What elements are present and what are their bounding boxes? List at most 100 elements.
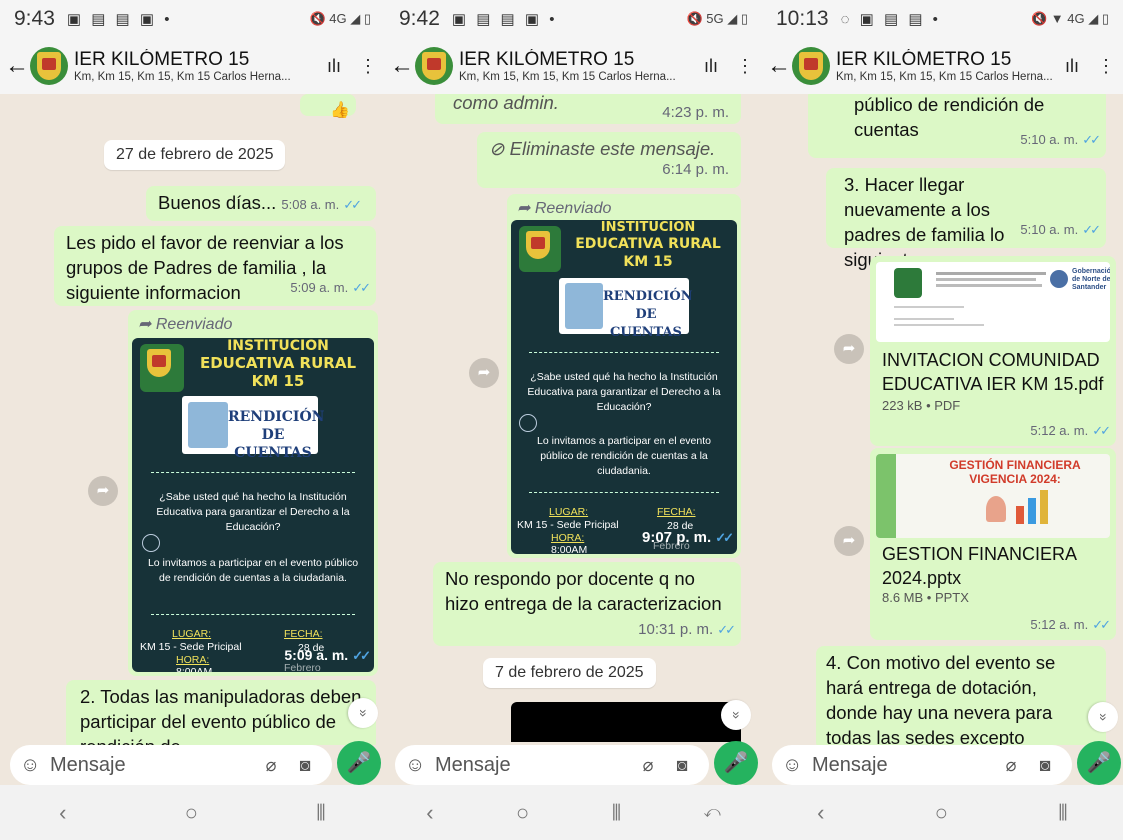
camera-icon[interactable]: ◙ [1028,755,1062,776]
message-bubble-partial[interactable]: como admin. 4:23 p. m. [435,94,741,124]
chat-title-block[interactable]: IER KILÓMETRO 15 Km, Km 15, Km 15, Km 15… [459,49,694,83]
poster-title-2: EDUCATIVA RURAL [575,236,721,252]
rendicion-line1: RENDICIÓN [228,409,325,425]
back-arrow-icon[interactable]: ← [389,52,415,80]
chat-area: como admin. 4:23 p. m. ⊘ Eliminaste este… [385,94,762,745]
nav-recent-icon[interactable]: ⦀ [612,800,622,826]
poster-title-2: EDUCATIVA RURAL [199,354,356,372]
more-options-icon[interactable]: ⋮ [1089,56,1123,77]
chat-header: ← IER KILÓMETRO 15 Km, Km 15, Km 15, Km … [762,38,1123,94]
forwarded-image-message[interactable]: ➦ Reenviado INSTITUCION EDUCATIVA RURAL … [128,310,378,676]
forwarded-image-message[interactable]: ➦ Reenviado INSTITUCION EDUCATIVA RURAL … [507,194,741,558]
nav-home-icon[interactable]: ○ [516,800,529,826]
mic-button[interactable]: 🎤 [337,741,381,785]
message-bubble[interactable]: Buenos días... 5:08 a. m. ✓✓ [146,186,376,221]
video-thumbnail[interactable] [511,702,741,742]
attach-icon[interactable]: ⌀ [631,755,665,776]
group-avatar[interactable] [415,47,453,85]
message-text: 2. Todas las manipuladoras deben partici… [80,686,362,745]
nav-back-icon[interactable]: ‹ [59,800,66,826]
event-poster-image[interactable]: INSTITUCION EDUCATIVA RURAL KM 15 RENDIC… [511,220,737,554]
more-options-icon[interactable]: ⋮ [728,56,762,77]
forward-icon: ➦ [517,200,531,217]
message-bubble[interactable]: 2. Todas las manipuladoras deben partici… [66,680,376,745]
divider [151,472,355,473]
scroll-down-button[interactable]: » [348,698,378,728]
nav-recent-icon[interactable]: ⦀ [1058,800,1068,826]
message-bubble-partial: 👍 [300,94,356,119]
nav-home-icon[interactable]: ○ [185,800,198,826]
message-placeholder: Mensaje [50,753,126,776]
rendicion-line2: DE CUENTAS [234,427,312,461]
message-text: 4. Con motivo del evento se hará entrega… [826,652,1056,745]
message-bubble[interactable]: 4. Con motivo del evento se hará entrega… [816,646,1106,745]
message-time: 5:08 a. m. [281,197,340,212]
group-avatar[interactable] [792,47,830,85]
voice-chat-icon[interactable]: ılı [694,56,728,77]
message-bubble[interactable]: 3. Hacer llegar nuevamente a los padres … [826,168,1106,270]
pptx-thumbnail: GESTIÓN FINANCIERA VIGENCIA 2024: [876,454,1110,538]
read-ticks-icon: ✓✓ [1082,222,1101,237]
deleted-icon: ⊘ [489,138,505,159]
message-input[interactable]: ☺ Mensaje ⌀ ◙ [10,745,332,785]
mic-button[interactable]: 🎤 [714,741,758,785]
scroll-down-button[interactable]: » [721,700,751,730]
decor-circle [519,414,537,432]
thumbs-up-icon: 👍 [330,102,350,119]
rendicion-line2: DE CUENTAS [610,307,682,340]
divider [529,492,719,493]
back-arrow-icon[interactable]: ← [766,52,792,80]
chat-title-block[interactable]: IER KILÓMETRO 15 Km, Km 15, Km 15, Km 15… [836,49,1055,83]
poster-title-1: INSTITUCION [227,338,329,354]
nav-back-icon[interactable]: ‹ [817,800,824,826]
attach-icon[interactable]: ⌀ [994,755,1028,776]
nav-home-icon[interactable]: ○ [935,800,948,826]
rendicion-line1: RENDICIÓN [603,289,693,304]
forward-button[interactable]: ➦ [88,476,118,506]
nav-recent-icon[interactable]: ⦀ [316,800,326,826]
camera-icon[interactable]: ◙ [665,755,699,776]
rotate-screen-icon[interactable]: ⤺ [704,804,721,822]
voice-chat-icon[interactable]: ılı [317,56,351,77]
chat-title-block[interactable]: IER KILÓMETRO 15 Km, Km 15, Km 15, Km 15… [74,49,317,83]
forward-button[interactable]: ➦ [469,358,499,388]
message-bubble-partial[interactable]: público de rendición de cuentas 5:10 a. … [808,94,1106,158]
document-message-pptx[interactable]: GESTIÓN FINANCIERA VIGENCIA 2024: GESTIO… [870,448,1116,640]
notification-icons: ◌ ▣ ▤ ▤ • [840,11,941,28]
forward-button[interactable]: ➦ [834,334,864,364]
back-arrow-icon[interactable]: ← [4,52,30,80]
document-message-pdf[interactable]: Gobernación de Norte de Santander INVITA… [870,256,1116,446]
school-crest-icon [37,52,61,80]
voice-chat-icon[interactable]: ılı [1055,56,1089,77]
message-input[interactable]: ☺ Mensaje ⌀ ◙ [772,745,1072,785]
emoji-icon[interactable]: ☺ [20,754,46,777]
emoji-icon[interactable]: ☺ [405,754,431,777]
status-time: 10:13 [776,7,829,30]
notification-icons: ▣ ▤ ▤ ▣ • [451,11,558,28]
camera-icon[interactable]: ◙ [288,755,322,776]
attach-icon[interactable]: ⌀ [254,755,288,776]
message-text: como admin. [453,94,559,113]
emoji-icon[interactable]: ☺ [782,754,808,777]
message-placeholder: Mensaje [812,753,888,776]
nav-back-icon[interactable]: ‹ [426,800,433,826]
magnifier-figure-icon [565,283,603,329]
message-input[interactable]: ☺ Mensaje ⌀ ◙ [395,745,709,785]
chat-members: Km, Km 15, Km 15, Km 15 Carlos Herna... [74,71,291,83]
group-avatar[interactable] [30,47,68,85]
scroll-down-button[interactable]: » [1088,702,1118,732]
school-crest-icon [422,52,446,80]
message-bubble[interactable]: No respondo por docente q no hizo entreg… [433,562,741,646]
decor-circle [142,534,160,552]
more-options-icon[interactable]: ⋮ [351,56,385,77]
deleted-message-bubble[interactable]: ⊘ Eliminaste este mensaje. 6:14 p. m. [477,132,741,188]
poster-time: 5:09 a. m. ✓✓ [284,647,371,663]
document-name: INVITACION COMUNIDAD EDUCATIVA IER KM 15… [882,350,1104,394]
phone-screen-3: 10:13 ◌ ▣ ▤ ▤ • 🔇 ▼ 4G ◢ ▯ ← IER KILÓMET… [762,0,1123,840]
forward-button[interactable]: ➦ [834,526,864,556]
mic-button[interactable]: 🎤 [1077,741,1121,785]
message-bubble[interactable]: Les pido el favor de reenviar a los grup… [54,226,376,306]
event-poster-image[interactable]: INSTITUCION EDUCATIVA RURAL KM 15 RENDIC… [132,338,374,672]
poster-question: ¿Sabe usted qué ha hecho la Institución … [527,371,721,413]
read-ticks-icon: ✓✓ [1082,132,1101,147]
